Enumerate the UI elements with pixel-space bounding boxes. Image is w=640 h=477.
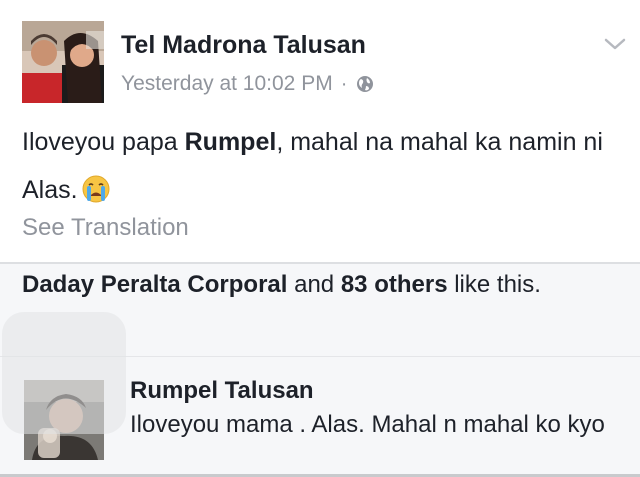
chevron-down-icon[interactable] [600,32,630,56]
liker-name-link[interactable]: Daday Peralta Corporal [22,271,287,298]
likes-connector: and [287,271,341,298]
avatar-photo [22,21,104,103]
see-translation-link[interactable]: See Translation [22,214,189,242]
comment-author-name[interactable]: Rumpel Talusan [130,377,314,405]
post-author-name[interactable]: Tel Madrona Talusan [121,31,366,60]
likes-suffix: like this. [447,271,541,298]
post-meta: Yesterday at 10:02 PM · [121,70,375,98]
globe-icon[interactable] [355,74,375,94]
crying-face-emoji-icon [81,172,111,203]
overlay-button[interactable] [2,312,126,434]
likes-text: Daday Peralta Corporal and 83 others lik… [22,268,622,302]
meta-separator: · [340,72,348,95]
post-card: Tel Madrona Talusan Yesterday at 10:02 P… [0,0,640,262]
post-text-mention: Rumpel [184,128,277,156]
post-text: Iloveyou papa Rumpel, mahal na mahal ka … [22,118,622,214]
post-text-part: Iloveyou papa [22,128,185,156]
author-avatar[interactable] [22,21,104,103]
post-timestamp[interactable]: Yesterday at 10:02 PM [121,72,333,96]
comment-text: Iloveyou mama . Alas. Mahal n mahal ko k… [130,411,605,438]
likes-others-link[interactable]: 83 others [341,271,448,298]
